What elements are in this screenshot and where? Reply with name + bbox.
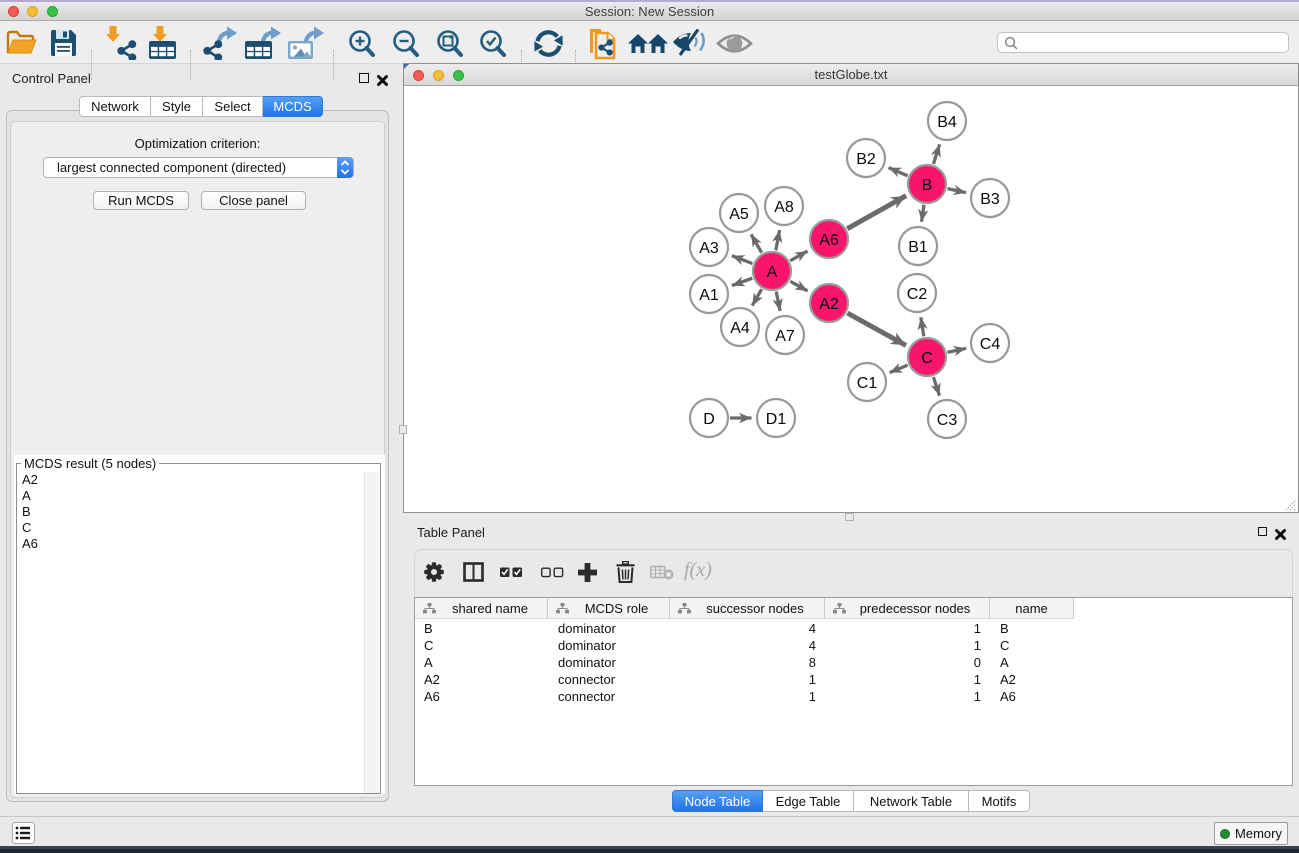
svg-text:B4: B4 (937, 114, 957, 131)
svg-text:C3: C3 (937, 412, 958, 429)
svg-text:A4: A4 (730, 320, 750, 337)
svg-text:A: A (767, 264, 778, 281)
svg-text:C1: C1 (857, 375, 878, 392)
svg-text:B2: B2 (856, 151, 876, 168)
svg-text:A5: A5 (729, 206, 749, 223)
svg-text:A7: A7 (775, 328, 795, 345)
svg-text:A3: A3 (699, 240, 719, 257)
svg-text:A8: A8 (774, 199, 794, 216)
svg-text:A6: A6 (819, 232, 839, 249)
svg-text:B1: B1 (908, 239, 928, 256)
svg-text:A1: A1 (699, 287, 719, 304)
svg-text:B3: B3 (980, 191, 1000, 208)
svg-text:C4: C4 (980, 336, 1001, 353)
svg-text:D: D (703, 411, 715, 428)
svg-text:A2: A2 (819, 296, 839, 313)
svg-text:C2: C2 (907, 286, 928, 303)
svg-text:D1: D1 (766, 411, 787, 428)
svg-text:B: B (922, 177, 933, 194)
svg-text:C: C (921, 350, 933, 367)
